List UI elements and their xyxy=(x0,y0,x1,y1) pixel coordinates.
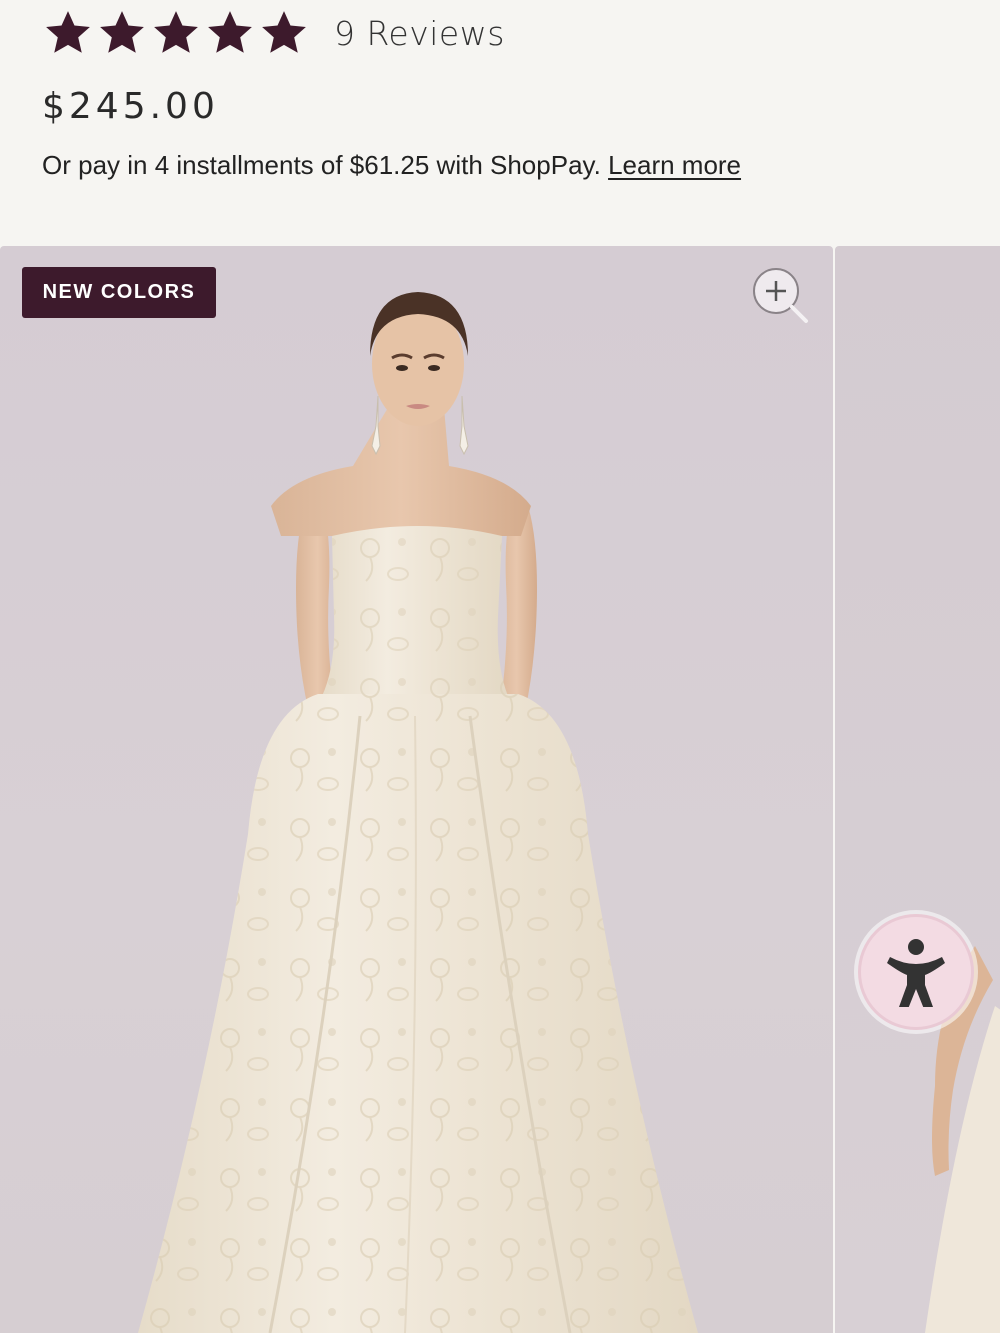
star-rating[interactable] xyxy=(42,8,312,58)
product-price: $245.00 xyxy=(42,86,219,127)
next-product-image xyxy=(925,946,1000,1333)
accessibility-icon xyxy=(887,939,945,1007)
product-image xyxy=(138,292,698,1333)
star-icon xyxy=(46,11,90,53)
star-icon xyxy=(154,11,198,53)
star-icon xyxy=(208,11,252,53)
learn-more-link[interactable]: Learn more xyxy=(608,150,741,180)
new-colors-badge: NEW COLORS xyxy=(22,267,216,318)
product-summary: 9 Reviews $245.00 Or pay in 4 installmen… xyxy=(0,0,1000,246)
star-icon xyxy=(262,11,306,53)
installments-text: Or pay in 4 installments of $61.25 with … xyxy=(42,150,601,180)
gallery-slide-next[interactable] xyxy=(835,246,1000,1333)
reviews-link[interactable]: 9 Reviews xyxy=(334,14,505,53)
star-icon xyxy=(100,11,144,53)
gallery-slide-main[interactable]: NEW COLORS xyxy=(0,246,833,1333)
product-image-gallery[interactable]: NEW COLORS xyxy=(0,246,1000,1333)
zoom-button[interactable] xyxy=(750,267,810,327)
rating-row: 9 Reviews xyxy=(42,8,505,58)
accessibility-button[interactable] xyxy=(858,914,974,1030)
zoom-in-icon xyxy=(753,268,808,323)
installments-message: Or pay in 4 installments of $61.25 with … xyxy=(42,150,741,181)
